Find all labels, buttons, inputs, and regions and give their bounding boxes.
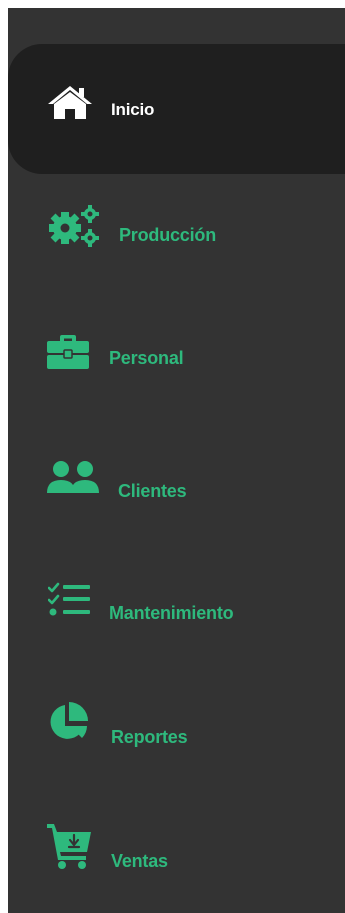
task-list-icon <box>48 582 92 618</box>
sidebar-item-label: Producción <box>119 225 217 245</box>
sidebar-item-label: Mantenimiento <box>109 603 234 623</box>
sidebar-item-produccion[interactable]: Producción <box>8 198 345 268</box>
sidebar-item-clientes[interactable]: Clientes <box>8 448 345 518</box>
sidebar-item-ventas[interactable]: Ventas <box>8 816 345 886</box>
sidebar-item-personal[interactable]: Personal <box>8 318 345 388</box>
home-icon <box>46 84 94 120</box>
sidebar-item-mantenimiento[interactable]: Mantenimiento <box>8 570 345 640</box>
cart-icon <box>46 822 92 870</box>
gears-icon <box>46 204 102 248</box>
sidebar-item-label: Reportes <box>111 727 188 747</box>
sidebar-item-label: Inicio <box>111 100 155 119</box>
users-icon <box>46 460 100 494</box>
sidebar: Inicio Producción Personal Clientes Mant… <box>8 8 345 913</box>
sidebar-item-label: Ventas <box>111 851 168 871</box>
briefcase-icon <box>46 334 90 370</box>
sidebar-top-strip <box>8 8 345 42</box>
sidebar-item-label: Personal <box>109 348 184 368</box>
sidebar-item-inicio[interactable]: Inicio <box>8 74 345 144</box>
sidebar-item-label: Clientes <box>118 481 187 501</box>
sidebar-item-reportes[interactable]: Reportes <box>8 690 345 760</box>
pie-chart-icon <box>46 700 90 744</box>
